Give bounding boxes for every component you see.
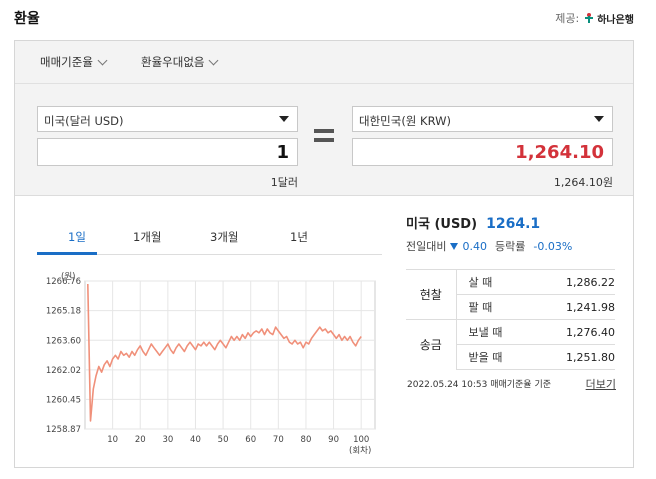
- from-amount-input[interactable]: 1: [37, 138, 298, 166]
- down-triangle-icon: [450, 242, 459, 250]
- option-bar: 매매기준율 환율우대없음: [15, 41, 633, 84]
- active-tab-indicator: [37, 252, 97, 255]
- cash-buy-value: 1,286.22: [533, 269, 615, 295]
- to-amount-caption: 1,264.10원: [553, 176, 613, 189]
- pct-label: 등락률: [494, 240, 526, 253]
- provider-logo: 하나은행: [583, 11, 634, 26]
- provider: 제공: 하나은행: [555, 10, 634, 26]
- tab-1month[interactable]: 1개월: [133, 229, 161, 245]
- page-title: 환율: [14, 11, 40, 27]
- remit-send-label: 보낼 때: [456, 319, 534, 345]
- table-row: 현찰 살 때 1,286.22: [406, 269, 615, 320]
- summary-country: 미국 (USD): [406, 217, 478, 232]
- remit-recv-value: 1,251.80: [533, 344, 615, 370]
- change-value: 0.40: [462, 239, 487, 253]
- more-link[interactable]: 더보기: [586, 376, 616, 392]
- y-tick-label: 1262.02: [46, 366, 81, 376]
- x-tick-label: 30: [162, 435, 173, 445]
- caret-down-icon: [279, 116, 289, 122]
- equals-icon: [314, 129, 334, 143]
- basis-dropdown[interactable]: 매매기준율: [40, 54, 108, 70]
- provider-label: 제공:: [555, 12, 580, 25]
- cash-sell-value: 1,241.98: [533, 294, 615, 320]
- rate-chart: 1266.761265.181263.601262.021260.451258.…: [46, 272, 376, 456]
- from-amount-caption: 1달러: [270, 176, 298, 189]
- rates-table: 현찰 살 때 1,286.22 팔 때 1,241.98 송금 보낼 때 1,2…: [406, 269, 615, 370]
- from-currency-select[interactable]: 미국(달러 USD): [37, 106, 298, 132]
- chevron-down-icon: [209, 55, 219, 65]
- footnote-text: 2022.05.24 10:53 매매기준율 기준: [407, 380, 552, 390]
- x-tick-label: 50: [218, 435, 229, 445]
- converter-area: 매매기준율 환율우대없음 미국(달러 USD) 1 1달러 대한민국(원 KRW…: [15, 41, 633, 196]
- header: 환율 제공: 하나은행: [14, 8, 634, 30]
- x-tick-label: 10: [107, 435, 118, 445]
- discount-dropdown[interactable]: 환율우대없음: [141, 54, 219, 70]
- y-tick-label: 1263.60: [46, 336, 81, 346]
- remit-recv-label: 받을 때: [456, 344, 534, 370]
- x-tick-label: 100: [353, 435, 369, 445]
- cash-group-label: 현찰: [406, 269, 457, 320]
- cash-buy-label: 살 때: [456, 269, 534, 295]
- summary-rate: 1264.1: [486, 216, 541, 232]
- from-currency-label: 미국(달러 USD): [44, 114, 124, 128]
- y-tick-label: 1265.18: [46, 307, 81, 317]
- x-tick-label: 20: [135, 435, 146, 445]
- change-label: 전일대비: [406, 240, 447, 253]
- table-row: 송금 보낼 때 1,276.40: [406, 319, 615, 370]
- caret-down-icon: [594, 116, 604, 122]
- x-tick-label: 40: [190, 435, 201, 445]
- x-tick-label: 90: [328, 435, 339, 445]
- x-tick-label: 70: [273, 435, 284, 445]
- remit-send-value: 1,276.40: [533, 319, 615, 345]
- exchange-panel: 매매기준율 환율우대없음 미국(달러 USD) 1 1달러 대한민국(원 KRW…: [14, 40, 634, 468]
- discount-label: 환율우대없음: [141, 55, 205, 69]
- provider-name: 하나은행: [597, 14, 634, 26]
- tab-1day[interactable]: 1일: [68, 229, 86, 245]
- hana-logo-icon: [585, 13, 594, 23]
- footnote: 2022.05.24 10:53 매매기준율 기준 더보기: [407, 376, 616, 392]
- remit-group-label: 송금: [406, 319, 457, 370]
- y-axis-label: (원): [61, 272, 75, 282]
- to-currency-label: 대한민국(원 KRW): [359, 114, 451, 128]
- tab-1year[interactable]: 1년: [290, 229, 308, 245]
- x-tick-label: 80: [301, 435, 312, 445]
- y-tick-label: 1260.45: [46, 395, 81, 405]
- to-currency-select[interactable]: 대한민국(원 KRW): [352, 106, 613, 132]
- pct-value: -0.03%: [533, 239, 573, 253]
- period-tabs: 1일 1개월 3개월 1년: [37, 221, 382, 255]
- chevron-down-icon: [97, 55, 108, 65]
- x-axis-label: (회차): [349, 446, 371, 456]
- x-tick-label: 60: [245, 435, 256, 445]
- y-tick-label: 1258.87: [46, 425, 81, 435]
- to-amount-input[interactable]: 1,264.10: [352, 138, 613, 166]
- rate-summary: 미국 (USD) 1264.1 전일대비 0.40 등락률 -0.03%: [406, 213, 621, 254]
- cash-sell-label: 팔 때: [456, 294, 534, 320]
- tab-3month[interactable]: 3개월: [210, 229, 238, 245]
- basis-label: 매매기준율: [40, 55, 93, 69]
